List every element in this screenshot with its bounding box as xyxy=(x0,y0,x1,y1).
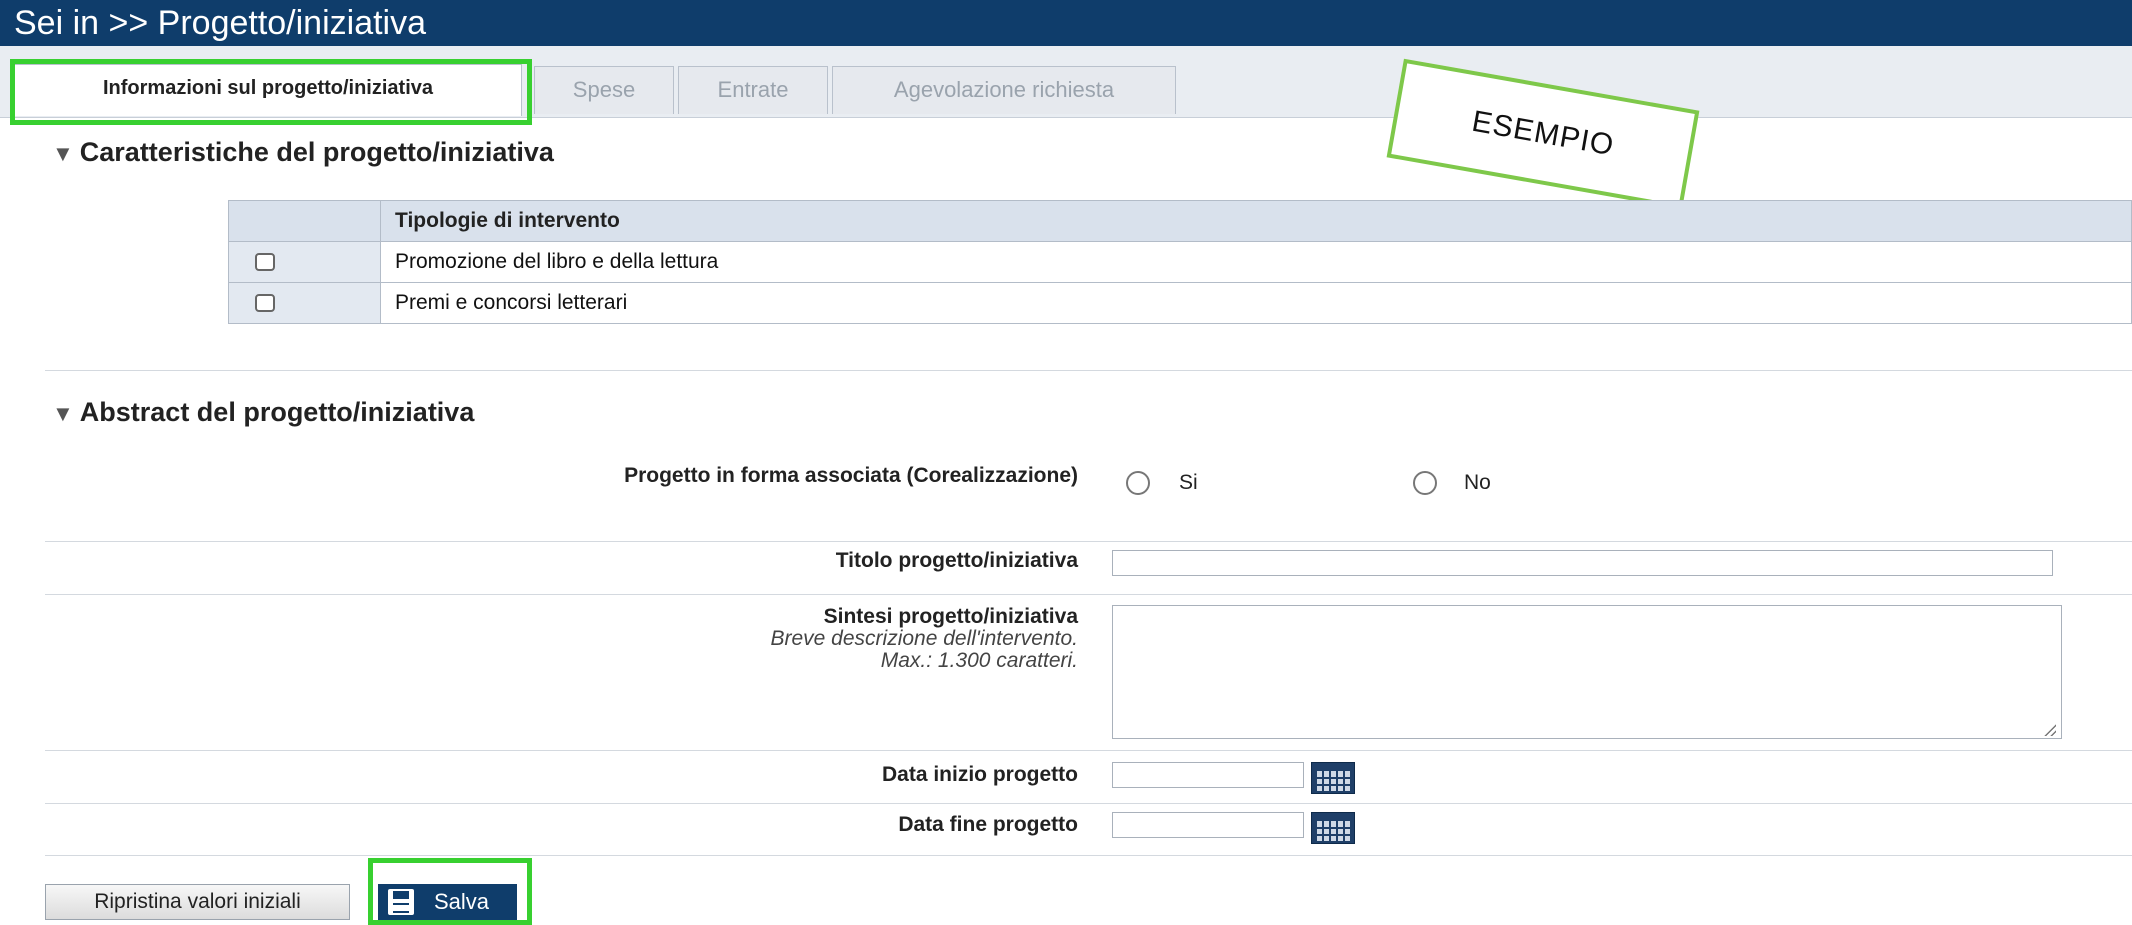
checkbox-promozione[interactable] xyxy=(255,253,275,272)
checkbox-cell xyxy=(228,282,381,324)
checkbox-premi[interactable] xyxy=(255,294,275,313)
checkbox-cell xyxy=(228,241,381,283)
reset-button[interactable]: Ripristina valori iniziali xyxy=(45,884,350,920)
divider xyxy=(45,370,2132,371)
sintesi-label: Sintesi progetto/iniziativa xyxy=(823,605,1078,628)
divider xyxy=(45,541,2132,542)
radio-no[interactable] xyxy=(1413,471,1437,495)
radio-si-label: Si xyxy=(1179,471,1198,494)
data-fine-input[interactable] xyxy=(1112,812,1304,838)
table-cell-label: Premi e concorsi letterari xyxy=(380,282,2132,324)
titolo-input[interactable] xyxy=(1112,550,2053,576)
tab-highlight-box xyxy=(10,59,532,125)
calendar-icon[interactable] xyxy=(1311,762,1355,794)
divider xyxy=(45,855,2132,856)
tipologie-table: Tipologie di intervento Promozione del l… xyxy=(228,200,2132,324)
table-header-empty xyxy=(228,200,381,242)
section-caratteristiche-label: Caratteristiche del progetto/iniziativa xyxy=(79,137,554,167)
tab-entrate[interactable]: Entrate xyxy=(678,66,828,114)
tab-agevolazione[interactable]: Agevolazione richiesta xyxy=(832,66,1176,114)
section-caratteristiche-title[interactable]: ▼ Caratteristiche del progetto/iniziativa xyxy=(52,137,554,168)
divider xyxy=(45,750,2132,751)
sintesi-textarea[interactable] xyxy=(1112,605,2062,739)
breadcrumb: Sei in >> Progetto/iniziativa xyxy=(0,0,2132,46)
collapse-triangle-icon[interactable]: ▼ xyxy=(52,141,74,166)
sintesi-hint-description: Breve descrizione dell'intervento. xyxy=(770,627,1078,650)
calendar-icon[interactable] xyxy=(1311,812,1355,844)
divider xyxy=(45,594,2132,595)
data-inizio-input[interactable] xyxy=(1112,762,1304,788)
collapse-triangle-icon[interactable]: ▼ xyxy=(52,401,74,426)
tab-spese[interactable]: Spese xyxy=(534,66,674,114)
radio-no-label: No xyxy=(1464,471,1491,494)
associata-label: Progetto in forma associata (Corealizzaz… xyxy=(624,464,1078,487)
data-inizio-label: Data inizio progetto xyxy=(882,763,1078,786)
table-row: Promozione del libro e della lettura xyxy=(228,241,2132,283)
divider xyxy=(45,803,2132,804)
table-row: Premi e concorsi letterari xyxy=(228,282,2132,324)
titolo-label: Titolo progetto/iniziativa xyxy=(835,549,1078,572)
sintesi-hint-max: Max.: 1.300 caratteri. xyxy=(880,649,1078,672)
table-cell-label: Promozione del libro e della lettura xyxy=(380,241,2132,283)
table-header-tipologie: Tipologie di intervento xyxy=(380,200,2132,242)
data-fine-label: Data fine progetto xyxy=(898,813,1078,836)
section-abstract-label: Abstract del progetto/iniziativa xyxy=(79,397,475,427)
resize-grip-icon[interactable] xyxy=(2044,724,2056,736)
save-highlight-box xyxy=(368,858,532,925)
section-abstract-title[interactable]: ▼ Abstract del progetto/iniziativa xyxy=(52,397,474,428)
table-header-row: Tipologie di intervento xyxy=(228,200,2132,242)
radio-si[interactable] xyxy=(1126,471,1150,495)
